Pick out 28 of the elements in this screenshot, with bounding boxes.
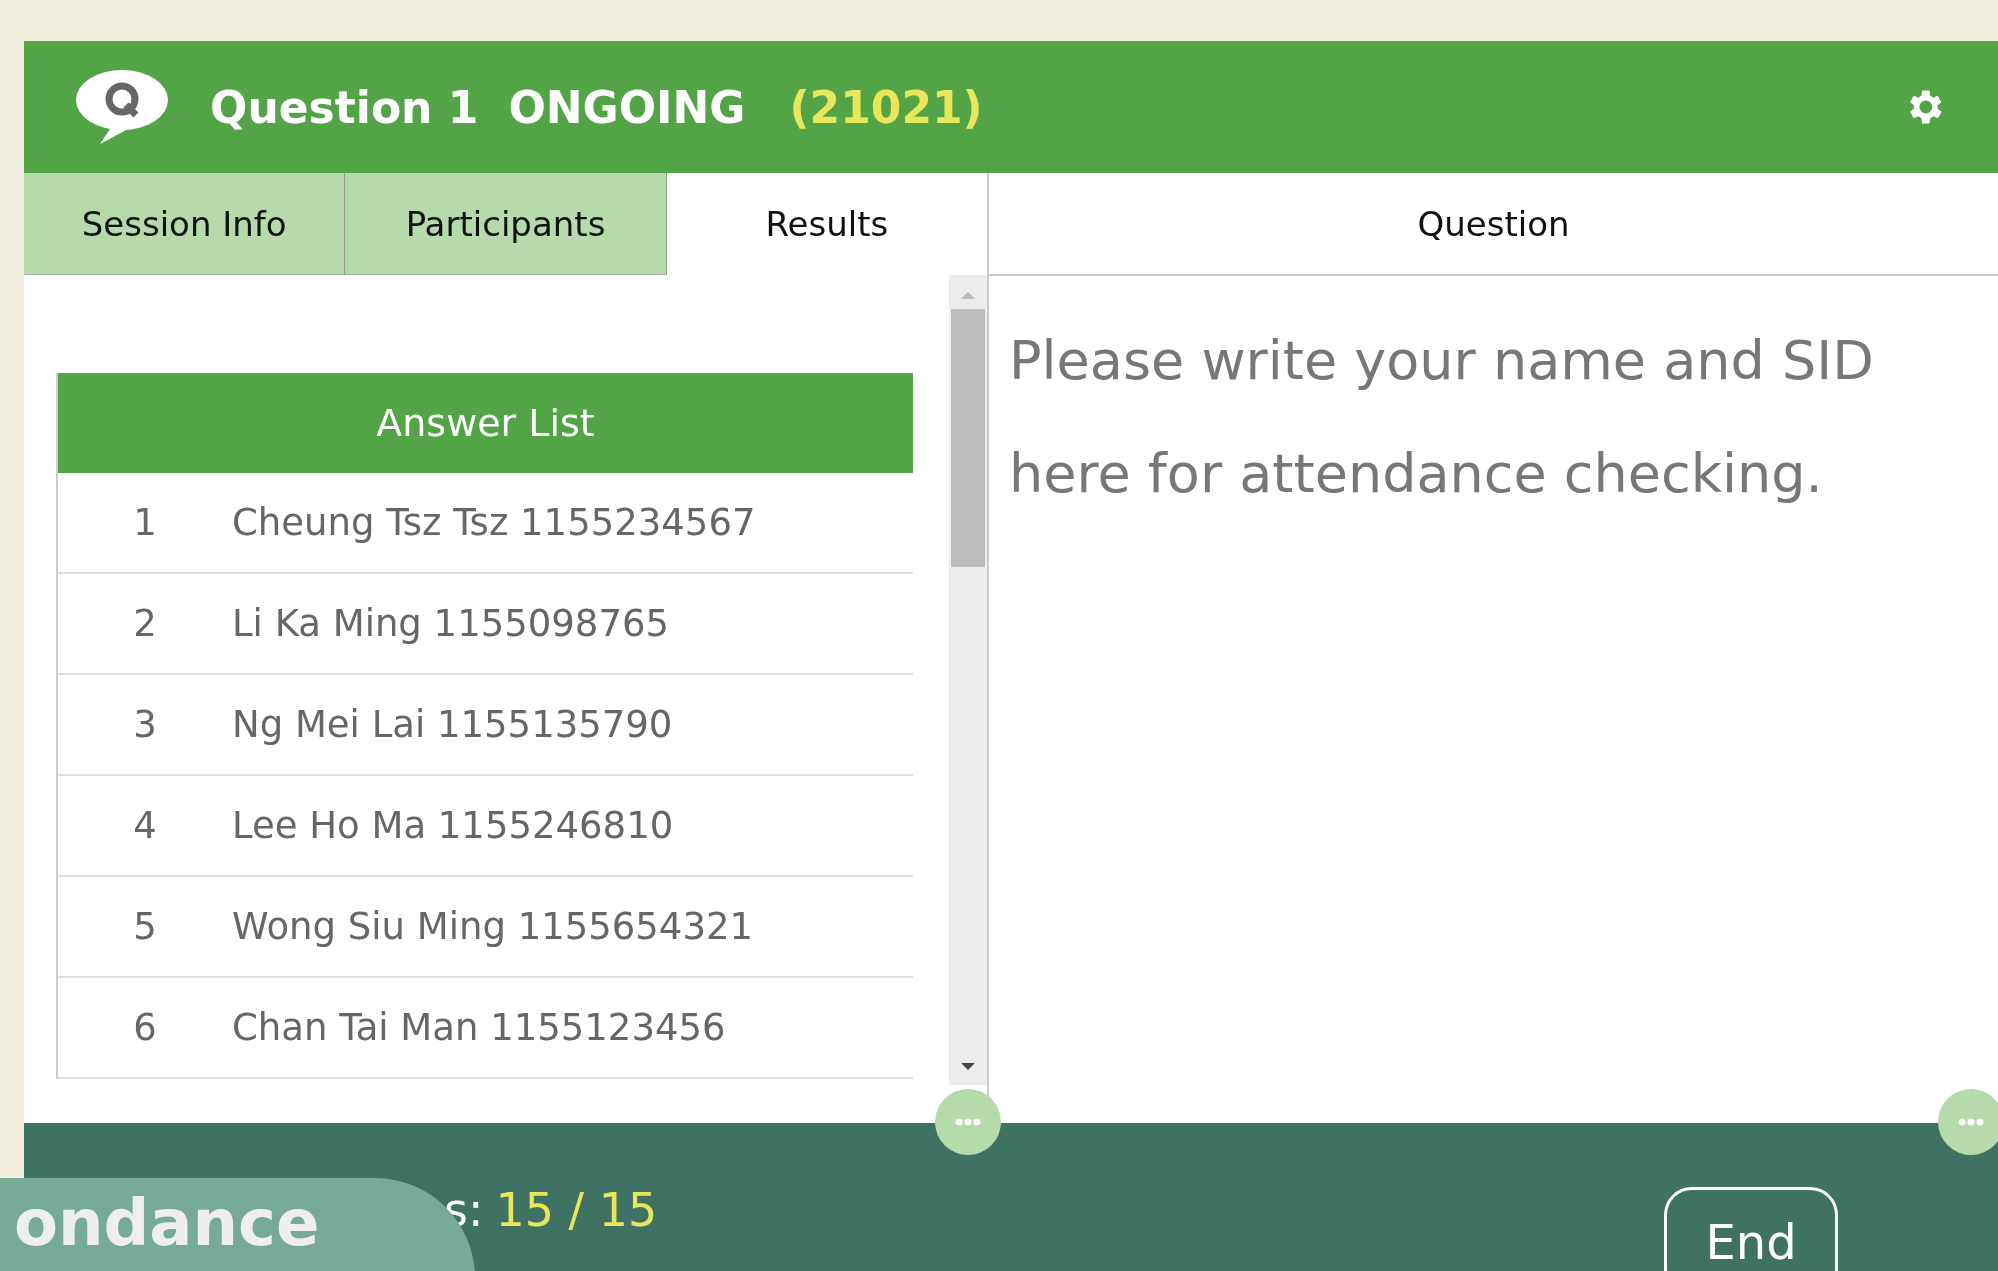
- more-button[interactable]: [1938, 1089, 1998, 1155]
- scrollbar[interactable]: [949, 275, 987, 1085]
- answer-text: Lee Ho Ma 1155246810: [232, 804, 674, 847]
- session-code: (21021): [789, 81, 983, 133]
- row-number: 3: [132, 703, 158, 746]
- answer-text: Li Ka Ming 1155098765: [232, 602, 669, 645]
- row-number: 2: [132, 602, 158, 645]
- scrollbar-thumb[interactable]: [951, 309, 985, 567]
- row-number: 1: [132, 501, 158, 544]
- more-icon: [955, 1118, 981, 1126]
- tab[interactable]: Participants: [345, 173, 667, 275]
- row-number: 6: [132, 1006, 158, 1049]
- answer-text: Cheung Tsz Tsz 1155234567: [232, 501, 756, 544]
- status-label: ONGOING: [508, 81, 746, 133]
- question-text: Please write your name and SID here for attendance checking.: [1008, 328, 1875, 507]
- answer-list-header: Answer List: [58, 373, 913, 473]
- answer-text: Chan Tai Man 1155123456: [232, 1006, 726, 1049]
- answer-count: 15 / 15: [495, 1183, 658, 1237]
- question-heading: Question: [989, 173, 1998, 276]
- end-button[interactable]: End: [1664, 1187, 1838, 1271]
- speech-bubble-q-icon: [74, 68, 170, 146]
- more-icon: [1958, 1118, 1984, 1126]
- answer-text: Wong Siu Ming 1155654321: [232, 905, 754, 948]
- question-title: Question 1: [210, 81, 479, 133]
- answer-text: Ng Mei Lai 1155135790: [232, 703, 673, 746]
- row-number: 4: [132, 804, 158, 847]
- tab[interactable]: Session Info: [24, 173, 346, 275]
- row-number: 5: [132, 905, 158, 948]
